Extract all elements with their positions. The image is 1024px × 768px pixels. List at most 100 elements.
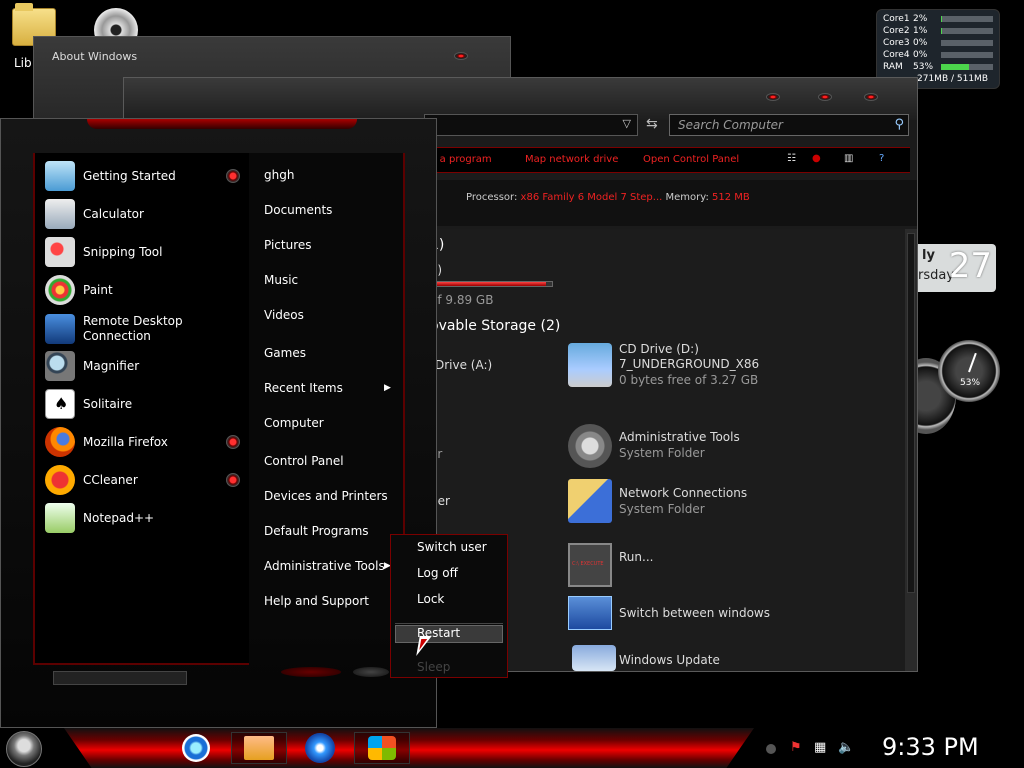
administrative-tools-name[interactable]: Administrative Tools bbox=[619, 430, 740, 444]
help-icon[interactable]: ? bbox=[879, 153, 893, 166]
switch-windows-icon[interactable] bbox=[568, 596, 612, 630]
power-options-button[interactable] bbox=[353, 667, 389, 677]
remote-desktop-icon bbox=[45, 314, 75, 344]
folder-icon bbox=[244, 736, 274, 760]
program-remote-desktop[interactable]: Remote Desktop Connection bbox=[45, 312, 245, 346]
notepad-icon bbox=[45, 503, 75, 533]
removable-storage-header: ovable Storage (2) bbox=[430, 318, 561, 334]
place-devices-and-printers[interactable]: Devices and Printers bbox=[264, 489, 388, 503]
jump-list-button[interactable] bbox=[226, 473, 240, 487]
command-bar: ge a program Map network drive Open Cont… bbox=[414, 147, 910, 173]
network-icon[interactable]: ▦ bbox=[814, 740, 830, 756]
run-icon[interactable] bbox=[568, 543, 612, 587]
action-center-flag-icon[interactable]: ⚑ bbox=[790, 740, 806, 756]
close-button[interactable] bbox=[454, 52, 468, 60]
magnifier-icon bbox=[45, 351, 75, 381]
floppy-drive-name[interactable]: Drive (A:) bbox=[435, 358, 492, 372]
map-network-drive-button[interactable]: Map network drive bbox=[525, 154, 618, 165]
maximize-button[interactable] bbox=[818, 93, 832, 101]
calendar-month: ly bbox=[922, 248, 935, 263]
firefox-icon bbox=[45, 427, 75, 457]
tray-expand-icon[interactable] bbox=[766, 744, 776, 754]
preview-pane-icon[interactable]: ▥ bbox=[844, 153, 858, 166]
cpu-row-value: 53% bbox=[913, 62, 934, 72]
program-notepad-plus-plus[interactable]: Notepad++ bbox=[45, 501, 245, 535]
view-options-icon[interactable]: ☷ bbox=[787, 153, 801, 166]
place-videos[interactable]: Videos bbox=[264, 308, 304, 322]
place-games[interactable]: Games bbox=[264, 346, 306, 360]
internet-explorer-icon[interactable] bbox=[182, 734, 210, 762]
program-snipping-tool[interactable]: Snipping Tool bbox=[45, 235, 245, 269]
windows-update-name[interactable]: Windows Update bbox=[619, 653, 720, 667]
volume-muted-icon[interactable]: 🔈 bbox=[838, 740, 854, 756]
cpu-row: Core2 1% bbox=[883, 25, 993, 37]
log-off-item[interactable]: Log off bbox=[417, 566, 458, 580]
media-player-icon[interactable] bbox=[305, 733, 335, 763]
view-dropdown-icon[interactable]: ● bbox=[812, 153, 826, 166]
vertical-scrollbar[interactable] bbox=[905, 229, 917, 671]
sleep-item: Sleep bbox=[417, 660, 451, 674]
shutdown-button[interactable] bbox=[281, 667, 341, 677]
program-solitaire[interactable]: Solitaire bbox=[45, 387, 245, 421]
place-computer[interactable]: Computer bbox=[264, 416, 324, 430]
place-recent-items[interactable]: Recent Items bbox=[264, 381, 343, 395]
program-getting-started[interactable]: Getting Started bbox=[45, 159, 245, 193]
search-input[interactable]: Search Computer ⚲ bbox=[669, 114, 909, 136]
program-paint[interactable]: Paint bbox=[45, 273, 245, 307]
clock[interactable]: 9:33 PM bbox=[882, 733, 979, 761]
start-button[interactable] bbox=[6, 731, 42, 767]
close-button[interactable] bbox=[864, 93, 878, 101]
network-connections-name[interactable]: Network Connections bbox=[619, 486, 747, 500]
cpu-bar bbox=[941, 40, 993, 46]
cpu-row-label: Core2 bbox=[883, 26, 910, 36]
place-help-and-support[interactable]: Help and Support bbox=[264, 594, 369, 608]
refresh-icon[interactable]: ⇆ bbox=[646, 116, 658, 132]
administrative-tools-icon[interactable] bbox=[568, 424, 612, 468]
windows-update-icon[interactable] bbox=[572, 645, 616, 671]
cpu-row: Core4 0% bbox=[883, 49, 993, 61]
address-bar[interactable]: ▽ bbox=[424, 114, 638, 136]
taskbar: ⚑ ▦ 🔈 9:33 PM bbox=[0, 728, 1024, 768]
place-default-programs[interactable]: Default Programs bbox=[264, 524, 369, 538]
minimize-button[interactable] bbox=[766, 93, 780, 101]
run-name[interactable]: Run... bbox=[619, 550, 653, 564]
cpu-row-label: Core3 bbox=[883, 38, 910, 48]
network-connections-type: System Folder bbox=[619, 502, 705, 516]
gauge-needle bbox=[968, 352, 977, 373]
cpu-row-value: 0% bbox=[913, 50, 928, 60]
cd-drive-name[interactable]: CD Drive (D:) bbox=[619, 342, 699, 356]
program-calculator[interactable]: Calculator bbox=[45, 197, 245, 231]
cd-drive-icon[interactable] bbox=[568, 343, 612, 387]
scrollbar-thumb[interactable] bbox=[907, 233, 915, 593]
chevron-down-icon[interactable]: ▽ bbox=[623, 117, 631, 130]
cpu-bar bbox=[941, 52, 993, 58]
program-firefox[interactable]: Mozilla Firefox bbox=[45, 425, 245, 459]
program-label: Paint bbox=[83, 282, 113, 297]
cd-drive-label: 7_UNDERGROUND_X86 bbox=[619, 357, 760, 371]
place-control-panel[interactable]: Control Panel bbox=[264, 454, 344, 468]
program-ccleaner[interactable]: CCleaner bbox=[45, 463, 245, 497]
palette-icon bbox=[45, 275, 75, 305]
place-administrative-tools[interactable]: Administrative Tools bbox=[264, 559, 385, 573]
network-connections-icon[interactable] bbox=[568, 479, 612, 523]
processor-value: x86 Family 6 Model 7 Step... bbox=[520, 192, 663, 203]
search-placeholder: Search Computer bbox=[678, 118, 783, 132]
start-menu-accent bbox=[87, 119, 357, 129]
place-music[interactable]: Music bbox=[264, 273, 298, 287]
lock-item[interactable]: Lock bbox=[417, 592, 444, 606]
open-control-panel-button[interactable]: Open Control Panel bbox=[643, 154, 739, 165]
cpu-bar bbox=[941, 16, 993, 22]
program-label: Remote Desktop Connection bbox=[83, 314, 183, 343]
program-magnifier[interactable]: Magnifier bbox=[45, 349, 245, 383]
jump-list-button[interactable] bbox=[226, 435, 240, 449]
switch-user-item[interactable]: Switch user bbox=[417, 540, 487, 554]
system-details: Processor: x86 Family 6 Model 7 Step... … bbox=[466, 192, 750, 203]
place-user-folder[interactable]: ghgh bbox=[264, 168, 294, 182]
place-documents[interactable]: Documents bbox=[264, 203, 332, 217]
jump-list-button[interactable] bbox=[226, 169, 240, 183]
search-icon[interactable]: ⚲ bbox=[894, 117, 904, 132]
gauge-value: 53% bbox=[960, 378, 981, 388]
all-programs-button[interactable] bbox=[53, 671, 187, 685]
place-pictures[interactable]: Pictures bbox=[264, 238, 312, 252]
switch-windows-name[interactable]: Switch between windows bbox=[619, 606, 770, 620]
